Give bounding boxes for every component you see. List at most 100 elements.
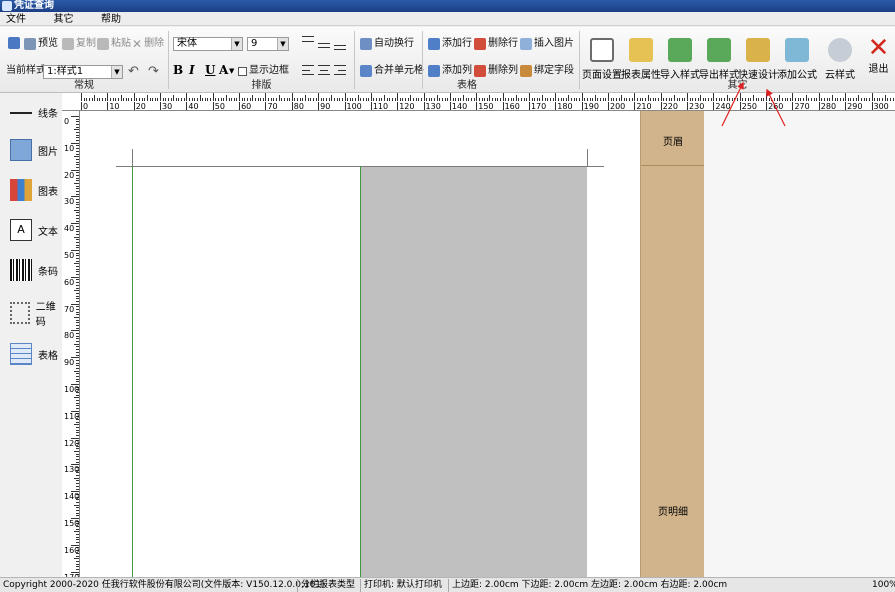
menu-help[interactable]: 帮助 xyxy=(101,13,121,27)
font-size-select[interactable]: 9 ▼ xyxy=(247,37,289,51)
design-canvas[interactable] xyxy=(80,111,640,577)
ruler-label: 240 xyxy=(713,102,731,111)
add-row-button[interactable]: 添加行 xyxy=(428,37,472,51)
bold-button[interactable]: B xyxy=(173,63,183,77)
align-left-button[interactable] xyxy=(302,65,314,75)
ruler-tick xyxy=(76,381,79,383)
add-formula-button[interactable]: 添加公式 xyxy=(777,30,817,81)
ruler-tick xyxy=(74,129,79,131)
group-caption-format: 排版 xyxy=(251,80,272,91)
paste-button[interactable]: 粘贴 xyxy=(97,37,131,51)
band-detail[interactable]: 页明细 xyxy=(641,503,705,518)
exit-button[interactable]: ✕ 退出 xyxy=(862,30,895,80)
ruler-tick xyxy=(76,118,79,120)
preview-icon xyxy=(24,38,36,50)
tool-line[interactable]: 线条 xyxy=(10,105,58,120)
font-select[interactable]: 宋体 ▼ xyxy=(173,37,243,51)
menu-other[interactable]: 其它 xyxy=(54,13,74,27)
ruler-tick xyxy=(813,98,815,101)
align-bottom-button[interactable] xyxy=(334,40,346,50)
status-printer: 打印机: 默认打印机 xyxy=(364,580,442,590)
preview-button[interactable]: 预览 xyxy=(24,37,58,51)
ruler-tick xyxy=(291,93,293,101)
insert-image-button[interactable]: 插入图片 xyxy=(520,37,574,51)
ruler-tick xyxy=(76,402,79,404)
delete-button[interactable]: ✕ 删除 xyxy=(132,37,164,51)
undo-button[interactable]: ↶ xyxy=(128,65,139,79)
ruler-tick xyxy=(855,98,857,101)
delete-row-button[interactable]: 删除行 xyxy=(474,37,518,51)
ruler-tick xyxy=(655,98,657,101)
cloud-icon xyxy=(828,38,852,62)
ruler-tick xyxy=(352,98,354,101)
copy-button[interactable]: 复制 xyxy=(62,37,96,51)
ruler-tick xyxy=(76,338,79,340)
ruler-tick xyxy=(218,98,220,101)
ruler-tick xyxy=(781,98,783,101)
ruler-tick xyxy=(550,98,552,101)
italic-button[interactable]: I xyxy=(189,63,195,77)
ruler-label: 50 xyxy=(64,251,75,260)
save-button[interactable] xyxy=(8,37,20,49)
title-bar: 凭证查询 xyxy=(0,0,895,12)
ruler-tick xyxy=(586,98,588,101)
page-setup-button[interactable]: 页面设置 xyxy=(582,30,622,81)
band-header[interactable]: 页眉 xyxy=(641,133,705,148)
ruler-label: 150 xyxy=(64,519,80,528)
tool-chart[interactable]: 图表 xyxy=(10,179,58,201)
ruler-tick xyxy=(76,228,79,230)
export-style-button[interactable]: 导出样式 xyxy=(699,30,739,81)
ruler-tick xyxy=(344,93,346,101)
ruler-tick xyxy=(866,98,868,101)
report-bands: 页眉 页明细 xyxy=(640,111,705,577)
tool-table[interactable]: 表格 xyxy=(10,343,58,365)
add-column-button[interactable]: 添加列 xyxy=(428,64,472,78)
ruler-tick xyxy=(755,98,757,101)
ruler-tick xyxy=(76,266,79,268)
ruler-tick xyxy=(668,98,670,101)
ruler-tick xyxy=(74,504,79,506)
ruler-tick xyxy=(497,98,499,101)
ruler-tick xyxy=(76,244,79,246)
table-icon xyxy=(10,343,32,365)
align-middle-button[interactable] xyxy=(318,38,330,48)
bind-field-button[interactable]: 绑定字段 xyxy=(520,64,574,78)
menu-file[interactable]: 文件 xyxy=(6,13,26,27)
tool-barcode[interactable]: 条码 xyxy=(10,259,58,281)
tool-text[interactable]: A 文本 xyxy=(10,219,58,241)
tool-image[interactable]: 图片 xyxy=(10,139,58,161)
ruler-tick xyxy=(76,124,79,126)
merge-cells-button[interactable]: 合并单元格 xyxy=(360,64,424,78)
ruler-tick xyxy=(389,98,391,101)
underline-button[interactable]: U xyxy=(205,63,215,77)
import-style-button[interactable]: 导入样式 xyxy=(660,30,700,81)
ruler-tick xyxy=(157,98,159,101)
ruler-tick xyxy=(357,95,359,101)
quick-design-button[interactable]: 快速设计 xyxy=(738,30,778,81)
ruler-tick xyxy=(376,98,378,101)
ruler-tick xyxy=(117,98,119,101)
ruler-tick xyxy=(76,507,79,509)
cloud-style-button[interactable]: 云样式 xyxy=(820,30,860,81)
ruler-tick xyxy=(539,98,541,101)
ruler-tick xyxy=(797,98,799,101)
ruler-label: 40 xyxy=(64,224,75,234)
tool-qrcode[interactable]: 二维码 xyxy=(10,298,62,328)
align-top-button[interactable] xyxy=(302,36,314,46)
ruler-tick xyxy=(74,183,79,184)
style-select[interactable]: 1:样式1 ▼ xyxy=(43,65,123,79)
ruler-tick xyxy=(86,98,88,101)
align-right-button[interactable] xyxy=(334,65,346,75)
ruler-tick xyxy=(871,93,873,101)
delete-column-button[interactable]: 删除列 xyxy=(474,64,518,78)
ruler-tick xyxy=(621,95,623,101)
align-center-button[interactable] xyxy=(318,65,330,75)
show-border-checkbox[interactable]: 显示边框 xyxy=(238,64,289,78)
auto-wrap-button[interactable]: 自动换行 xyxy=(360,37,414,51)
redo-button[interactable]: ↷ xyxy=(148,65,159,79)
ruler-tick xyxy=(76,191,79,193)
ruler-tick xyxy=(774,98,775,101)
copy-icon xyxy=(62,38,74,50)
font-color-button[interactable]: A xyxy=(219,63,228,77)
report-properties-button[interactable]: 报表属性 xyxy=(621,30,661,81)
